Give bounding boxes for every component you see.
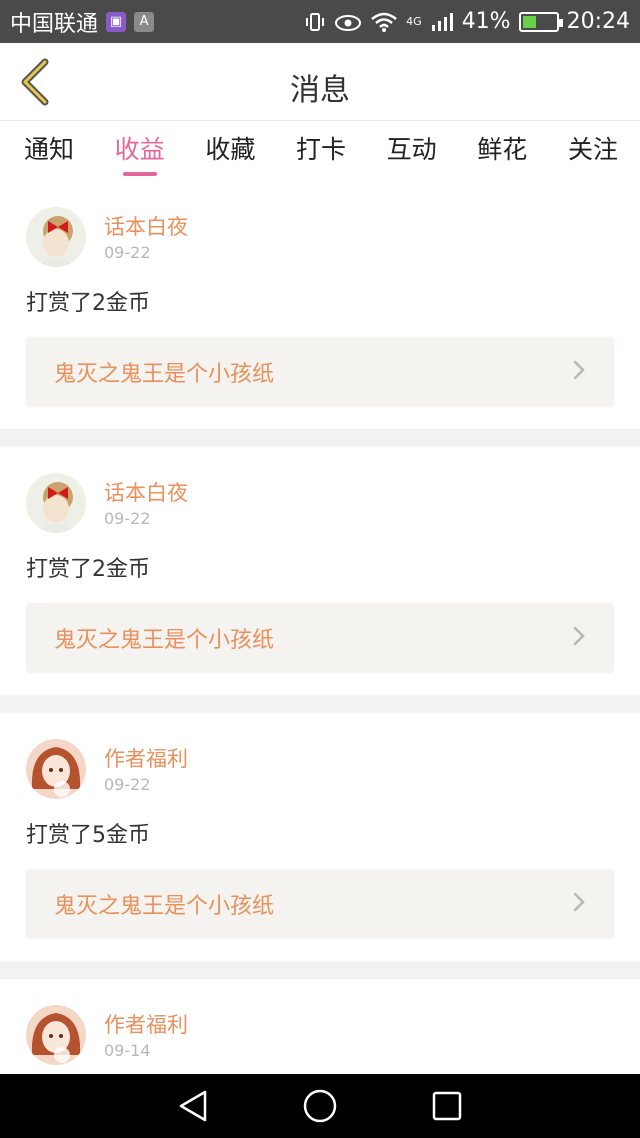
page-title: 消息	[290, 73, 350, 108]
message-list: 话本白夜 09-22 打赏了2金币 鬼灭之鬼王是个小孩纸 话本白夜 09-22 …	[0, 181, 640, 1119]
reward-message: 打赏了2金币	[26, 557, 150, 582]
list-item: 话本白夜 09-22 打赏了2金币 鬼灭之鬼王是个小孩纸	[0, 181, 640, 429]
triangle-back-icon	[180, 1090, 207, 1122]
square-recents-icon	[432, 1091, 461, 1121]
tab-follow[interactable]: 关注	[568, 122, 618, 180]
tab-bar: 通知 收益 收藏 打卡 互动 鲜花 关注	[0, 121, 640, 181]
user-name[interactable]: 话本白夜	[104, 213, 188, 241]
reward-message: 打赏了5金币	[26, 823, 150, 848]
chevron-right-icon	[572, 625, 586, 651]
app-notification-icon: ▣	[106, 11, 127, 32]
avatar[interactable]	[26, 207, 86, 267]
tab-earnings[interactable]: 收益	[115, 122, 165, 180]
tab-checkin[interactable]: 打卡	[296, 122, 346, 180]
avatar[interactable]	[26, 1005, 86, 1065]
eye-icon	[334, 11, 362, 33]
timestamp: 09-22	[104, 242, 151, 262]
system-nav-bar	[0, 1074, 640, 1138]
book-link[interactable]: 鬼灭之鬼王是个小孩纸	[26, 337, 614, 407]
tab-favorites[interactable]: 收藏	[205, 122, 255, 180]
book-title: 鬼灭之鬼王是个小孩纸	[54, 628, 275, 653]
chevron-right-icon	[572, 891, 586, 917]
battery-icon	[518, 11, 563, 32]
keyboard-notification-icon: A	[134, 11, 155, 32]
timestamp: 09-14	[104, 1040, 151, 1060]
avatar[interactable]	[26, 739, 86, 799]
tab-flowers[interactable]: 鲜花	[477, 122, 527, 180]
book-link[interactable]: 鬼灭之鬼王是个小孩纸	[26, 603, 614, 673]
user-name[interactable]: 作者福利	[104, 745, 188, 773]
user-name[interactable]: 作者福利	[104, 1011, 188, 1039]
nav-recents-button[interactable]	[427, 1086, 467, 1126]
vibrate-icon	[304, 11, 326, 33]
tab-interactions[interactable]: 互动	[387, 122, 437, 180]
book-title: 鬼灭之鬼王是个小孩纸	[54, 362, 275, 387]
network-type-label: 4G	[406, 15, 422, 28]
carrier-label: 中国联通	[10, 11, 99, 37]
signal-icon	[430, 11, 454, 33]
timestamp: 09-22	[104, 508, 151, 528]
book-title: 鬼灭之鬼王是个小孩纸	[54, 894, 275, 919]
wifi-icon	[370, 11, 398, 33]
top-bar: 消息	[0, 43, 640, 121]
nav-back-button[interactable]	[173, 1086, 213, 1126]
chevron-right-icon	[572, 359, 586, 385]
list-item: 作者福利 09-22 打赏了5金币 鬼灭之鬼王是个小孩纸	[0, 713, 640, 961]
user-name[interactable]: 话本白夜	[104, 479, 188, 507]
tab-notifications[interactable]: 通知	[24, 122, 74, 180]
circle-home-icon	[303, 1089, 337, 1123]
status-bar: 中国联通 ▣ A 4G 41% 20:24	[0, 0, 640, 43]
battery-percent: 41%	[461, 9, 511, 34]
timestamp: 09-22	[104, 774, 151, 794]
clock: 20:24	[566, 9, 630, 34]
reward-message: 打赏了2金币	[26, 291, 150, 316]
nav-home-button[interactable]	[300, 1086, 340, 1126]
book-link[interactable]: 鬼灭之鬼王是个小孩纸	[26, 869, 614, 939]
list-item: 话本白夜 09-22 打赏了2金币 鬼灭之鬼王是个小孩纸	[0, 447, 640, 695]
avatar[interactable]	[26, 473, 86, 533]
